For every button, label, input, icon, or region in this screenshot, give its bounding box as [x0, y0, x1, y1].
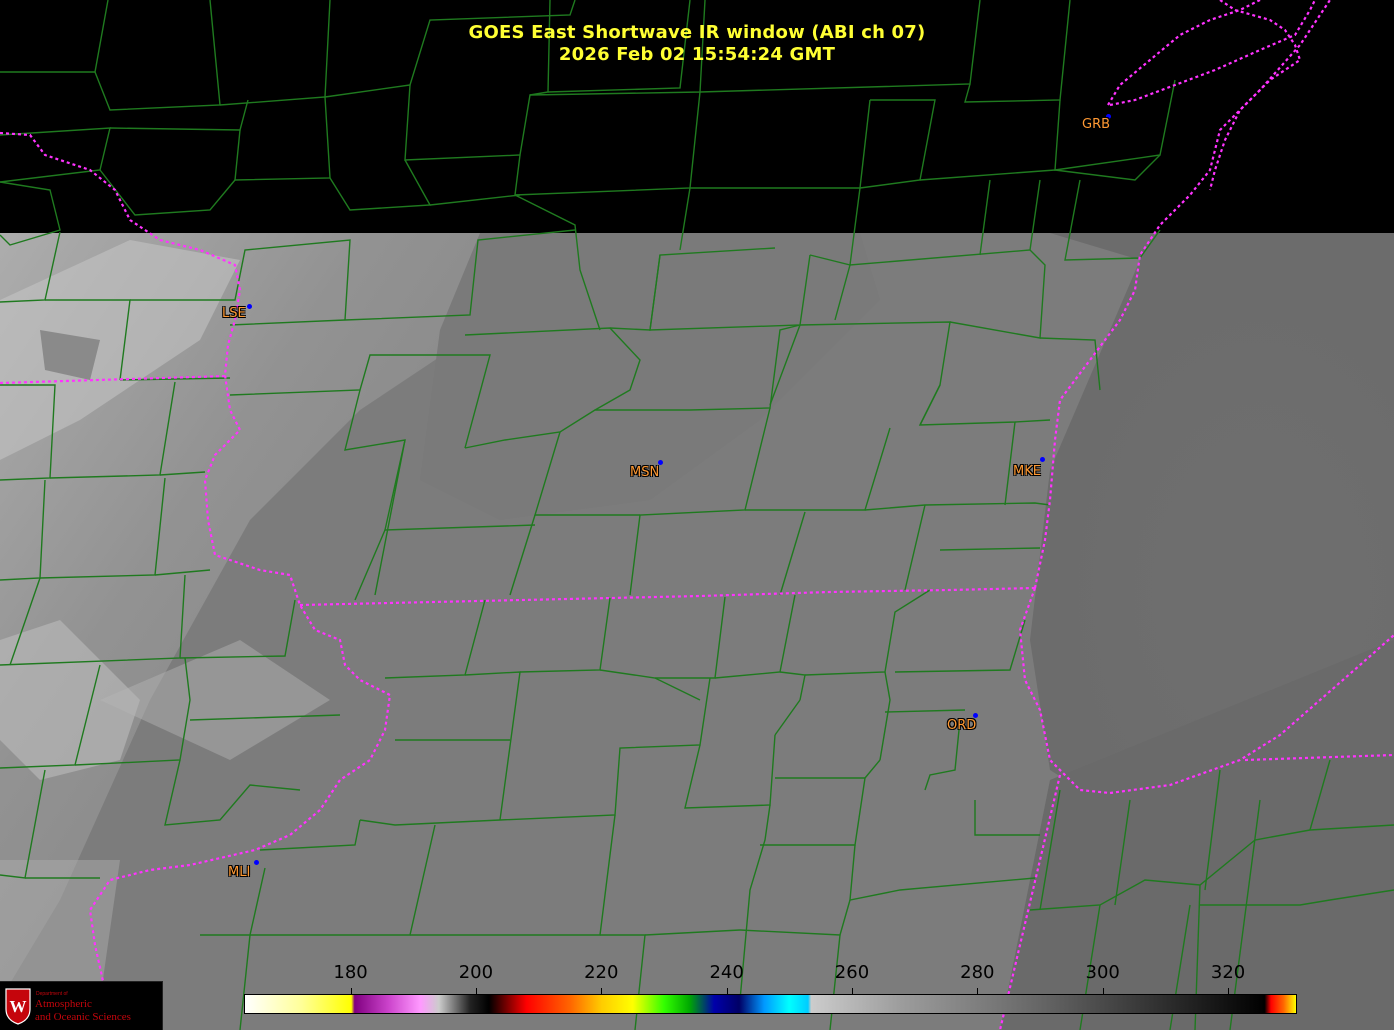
station-label-msn: MSN — [630, 465, 660, 480]
station-dot-mke — [1040, 457, 1045, 462]
station-label-grb: GRB — [1082, 117, 1111, 132]
ir-imagery — [0, 233, 1394, 1030]
station-label-ord: ORD — [947, 718, 977, 733]
colorbar-tick-label: 200 — [458, 962, 494, 983]
station-label-lse: LSE — [222, 306, 246, 321]
logo-line-2: and Oceanic Sciences — [35, 1011, 131, 1023]
logo-department: Department of — [36, 991, 68, 997]
colorbar-tick-mark — [977, 988, 979, 994]
station-label-mke: MKE — [1013, 464, 1041, 479]
station-dot-lse — [247, 304, 252, 309]
colorbar-tick-mark — [1228, 988, 1230, 994]
colorbar-tick-label: 300 — [1085, 962, 1120, 983]
colorbar-tick-mark — [475, 988, 477, 994]
satellite-image-frame: GOES East Shortwave IR window (ABI ch 07… — [0, 0, 1394, 1030]
image-title: GOES East Shortwave IR window (ABI ch 07… — [468, 22, 926, 43]
station-label-mli: MLI — [228, 865, 251, 880]
colorbar-tick-mark — [1102, 988, 1104, 994]
colorbar-tick-label: 220 — [584, 962, 619, 983]
colorbar-tick-mark — [350, 988, 352, 994]
colorbar-tick-label: 180 — [333, 962, 368, 983]
image-timestamp: 2026 Feb 02 15:54:24 GMT — [558, 44, 836, 65]
aos-logo: W Department of Atmospheric and Oceanic … — [0, 981, 163, 1030]
station-dot-mli — [254, 860, 259, 865]
logo-line-1: Atmospheric — [35, 998, 92, 1010]
uw-crest-icon: W — [5, 988, 31, 1025]
colorbar-tick-label: 260 — [834, 962, 870, 983]
colorbar-tick-label: 280 — [960, 962, 995, 983]
satellite-map — [0, 0, 1394, 1030]
temperature-colorbar — [244, 994, 1297, 1014]
colorbar-tick-label: 240 — [709, 962, 744, 983]
colorbar-tick-mark — [726, 988, 728, 994]
colorbar-tick-mark — [601, 988, 603, 994]
svg-text:W: W — [10, 997, 27, 1016]
colorbar-tick-label: 320 — [1210, 962, 1246, 983]
colorbar-tick-mark — [851, 988, 853, 994]
